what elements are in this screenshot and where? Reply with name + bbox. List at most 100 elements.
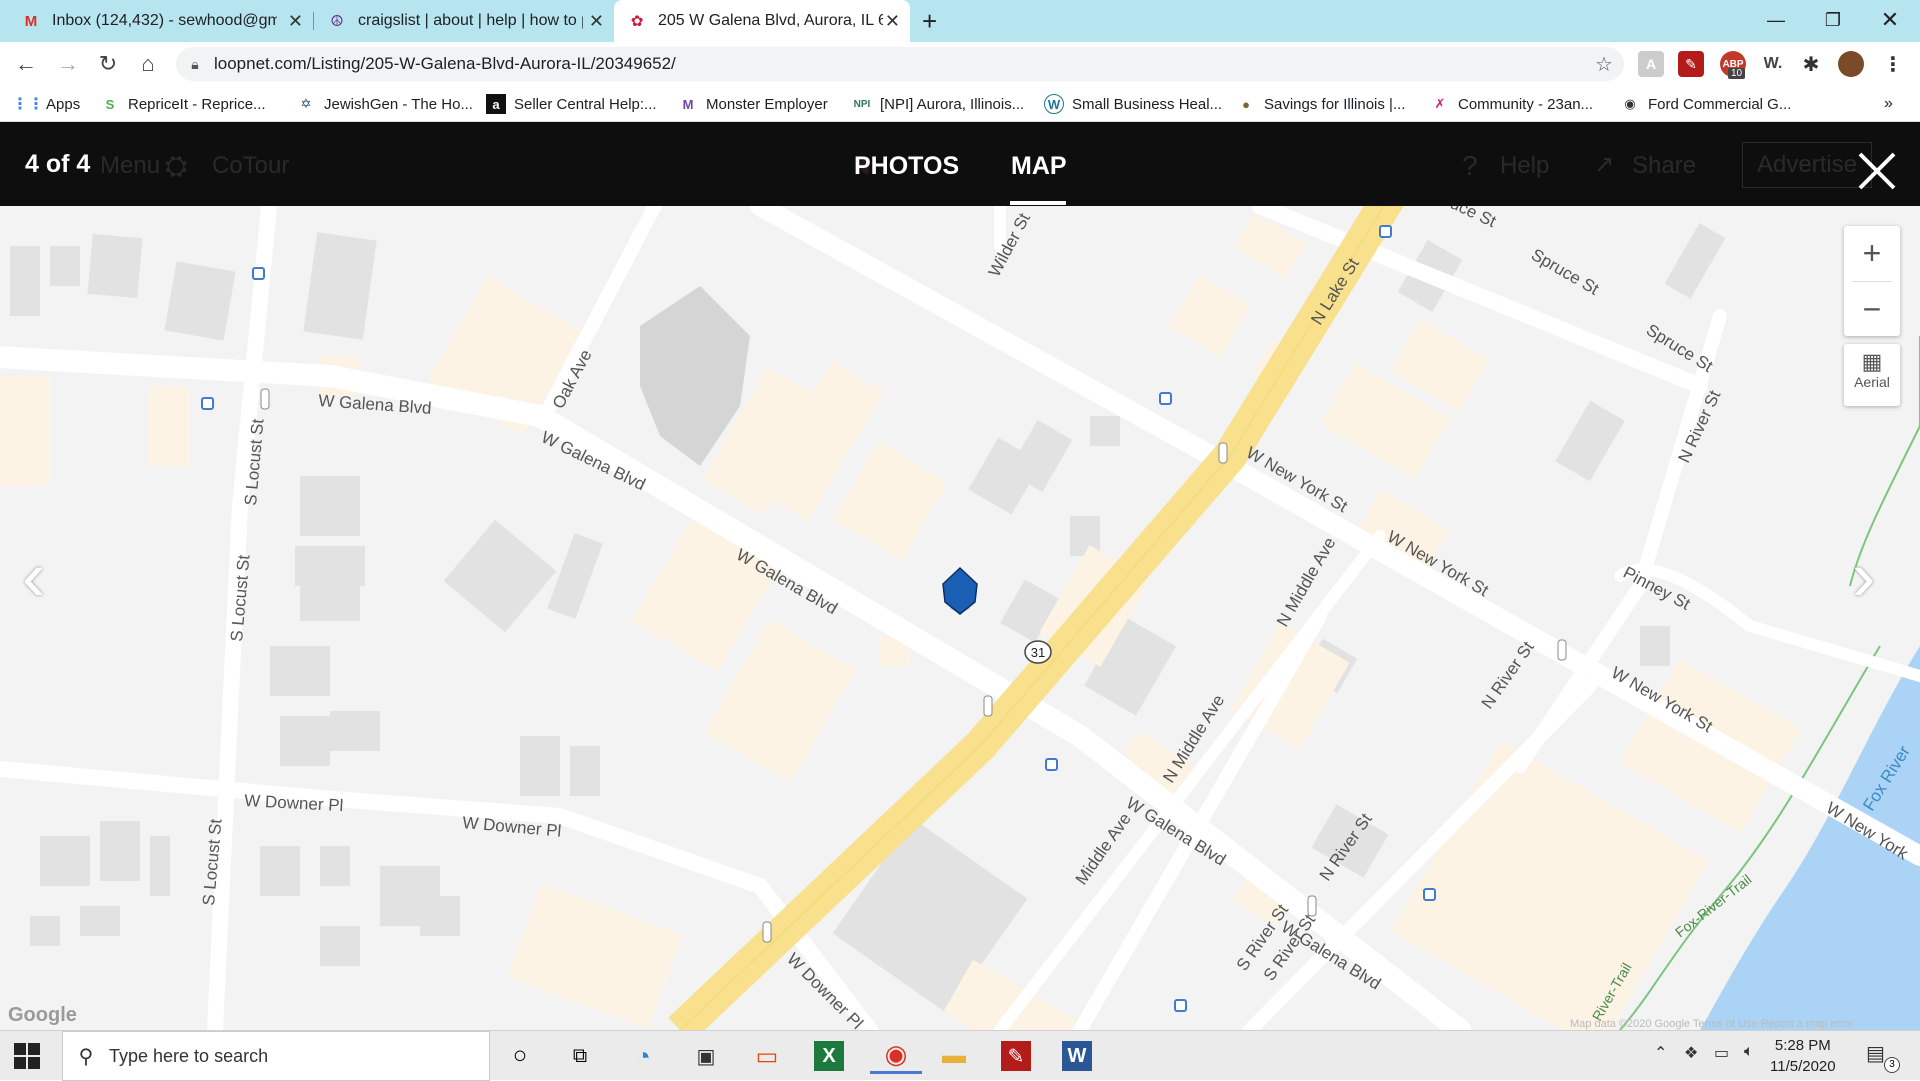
edge-icon[interactable]: ◔ [623, 1038, 663, 1074]
dropbox-icon[interactable]: ❖ [1684, 1043, 1698, 1063]
tab-photos[interactable]: PHOTOS [854, 152, 959, 181]
close-window-icon[interactable]: ✕ [1862, 0, 1918, 40]
23andme-icon: ✗ [1434, 96, 1446, 111]
cotour-icon: ⛭ [165, 150, 188, 181]
tab-gmail[interactable]: M Inbox (124,432) - sewhood@gma ✕ [8, 0, 313, 42]
map-graphics: W Galena Blvd W Galena Blvd W Galena Blv… [0, 206, 1920, 1030]
bookmark-small-business[interactable]: W Small Business Heal... [1044, 86, 1222, 122]
tab-map[interactable]: MAP [1011, 152, 1067, 181]
background-advertise-button: Advertise [1742, 142, 1873, 188]
gmail-icon: M [24, 12, 38, 30]
bookmark-community-23andme[interactable]: ✗ Community - 23an... [1430, 86, 1594, 122]
back-arrow-icon[interactable]: ← [10, 48, 42, 80]
minimize-icon[interactable]: — [1748, 0, 1804, 40]
bookmark-monster[interactable]: M Monster Employer [678, 86, 828, 122]
monster-icon: M [682, 96, 694, 112]
task-view-icon[interactable]: ⧉ [560, 1038, 600, 1074]
tab-craigslist[interactable]: ☮ craigslist | about | help | how to p ✕ [314, 0, 614, 42]
bookmark-label: Seller Central Help:... [514, 95, 657, 113]
background-menu-text: Menu [100, 152, 161, 179]
excel-icon[interactable]: X [814, 1041, 844, 1071]
reload-icon[interactable]: ↻ [92, 48, 124, 80]
acrobat-icon[interactable]: ✎ [1678, 51, 1704, 77]
puzzle-icon[interactable]: ✱ [1798, 51, 1824, 77]
word-icon[interactable]: W [1062, 1041, 1092, 1071]
map-copyright[interactable]: Map data ©2020 Google Terms of Use Repor… [1570, 1018, 1854, 1030]
bookmark-apps[interactable]: ⋮⋮ Apps [12, 86, 81, 122]
amazon-icon: a [486, 94, 506, 114]
notifications-icon[interactable]: ▤ [1866, 1041, 1885, 1066]
bookmarks-overflow-icon[interactable]: » [1884, 86, 1893, 122]
url-text: loopnet.com/Listing/205-W-Galena-Blvd-Au… [214, 54, 676, 73]
notification-count-badge: 3 [1884, 1057, 1900, 1073]
close-tab-icon[interactable]: ✕ [885, 11, 900, 32]
new-tab-button[interactable]: + [922, 6, 937, 37]
route-shield: 31 [1024, 640, 1052, 664]
route-number: 31 [1031, 645, 1045, 660]
bookmark-label: Apps [46, 95, 81, 113]
chrome-icon[interactable]: ◉ [870, 1038, 922, 1074]
loopnet-icon: ✿ [630, 13, 644, 30]
bookmark-savings-illinois[interactable]: ● Savings for Illinois |... [1236, 86, 1405, 122]
bookmark-seller-central[interactable]: a Seller Central Help:... [486, 86, 657, 122]
extension-badge: 10 [1728, 68, 1746, 79]
cortana-icon[interactable]: ○ [500, 1038, 540, 1074]
property-marker-icon[interactable] [942, 566, 978, 615]
forward-arrow-icon[interactable]: → [52, 48, 84, 80]
lock-icon[interactable]: 🔒︎ [176, 56, 214, 73]
bookmark-jewishgen[interactable]: ✡ JewishGen - The Ho... [296, 86, 473, 122]
bookmark-repriceit[interactable]: S RepriceIt - Reprice... [100, 86, 266, 122]
system-clock[interactable]: 5:28 PM 11/5/2020 [1770, 1035, 1836, 1077]
bookmark-npi[interactable]: NPI [NPI] Aurora, Illinois... [852, 86, 1025, 122]
avatar[interactable] [1838, 51, 1864, 77]
bookmark-label: Small Business Heal... [1072, 95, 1223, 113]
bookmark-label: Community - 23an... [1458, 95, 1594, 113]
next-arrow-icon[interactable]: › [1852, 536, 1875, 616]
illinois-seal-icon: ● [1242, 96, 1250, 112]
bookmark-ford-commercial[interactable]: ◉ Ford Commercial G... [1620, 86, 1791, 122]
battery-icon[interactable]: ▭ [1714, 1043, 1729, 1063]
background-share-text: Share [1632, 152, 1697, 179]
google-logo: Google [8, 1004, 77, 1026]
home-icon[interactable]: ⌂ [132, 48, 164, 80]
search-placeholder: Type here to search [109, 1045, 269, 1066]
wordpress-icon: W [1044, 94, 1064, 114]
close-tab-icon[interactable]: ✕ [288, 11, 303, 32]
previous-arrow-icon[interactable]: ‹ [22, 536, 45, 616]
bookmark-label: JewishGen - The Ho... [324, 95, 473, 113]
gallery-header: Menu ⛭ CoTour ◖ ? Help ↗ Share Advertise… [0, 122, 1920, 206]
zoom-out-button[interactable]: − [1844, 282, 1900, 337]
tab-title: Inbox (124,432) - sewhood@gma [52, 12, 277, 29]
clock-time: 5:28 PM [1774, 1037, 1831, 1054]
taskbar-search[interactable]: ⚲ Type here to search [62, 1031, 490, 1081]
file-explorer-icon[interactable]: ▬ [934, 1038, 974, 1074]
extension-icon[interactable]: A [1638, 51, 1664, 77]
tab-strip: M Inbox (124,432) - sewhood@gma ✕ ☮ crai… [0, 0, 1920, 42]
tray-chevron-icon[interactable]: ⌃ [1654, 1043, 1667, 1063]
close-tab-icon[interactable]: ✕ [589, 11, 604, 32]
tab-loopnet[interactable]: ✿ 205 W Galena Blvd, Aurora, IL 60 ✕ [614, 0, 910, 42]
zoom-controls: + − [1844, 226, 1900, 336]
address-bar[interactable]: 🔒︎ loopnet.com/Listing/205-W-Galena-Blvd… [176, 47, 1624, 81]
office-icon[interactable]: ▭ [747, 1038, 787, 1074]
aerial-label: Aerial [1854, 374, 1890, 390]
maximize-icon[interactable]: ❐ [1805, 0, 1861, 40]
volume-icon[interactable]: 🔈︎ [1744, 1043, 1754, 1061]
tab-title: 205 W Galena Blvd, Aurora, IL 60 [658, 12, 883, 29]
street-label: N River St [1478, 638, 1538, 713]
close-gallery-icon[interactable] [1856, 150, 1898, 192]
store-icon[interactable]: ▣ [686, 1038, 726, 1074]
street-label: W Downer Pl [244, 791, 344, 815]
background-help-text: Help [1500, 152, 1550, 179]
bookmark-star-icon[interactable]: ☆ [1584, 52, 1624, 77]
bookmark-label: RepriceIt - Reprice... [128, 95, 266, 113]
map-canvas[interactable]: W Galena Blvd W Galena Blvd W Galena Blv… [0, 206, 1920, 1030]
windows-taskbar: ⚲ Type here to search ○ ⧉ ◔ ▣ ▭ X ◉ ▬ ✎ … [0, 1030, 1920, 1081]
aerial-view-button[interactable]: ▦ Aerial [1844, 344, 1900, 406]
kebab-menu-icon[interactable]: ⋮ [1880, 51, 1906, 77]
windows-start-icon[interactable] [14, 1043, 40, 1069]
zoom-in-button[interactable]: + [1844, 226, 1900, 281]
acrobat-taskbar-icon[interactable]: ✎ [1001, 1041, 1031, 1071]
street-label: Wilder St [985, 210, 1034, 280]
wordtune-icon[interactable]: W. [1760, 51, 1786, 77]
